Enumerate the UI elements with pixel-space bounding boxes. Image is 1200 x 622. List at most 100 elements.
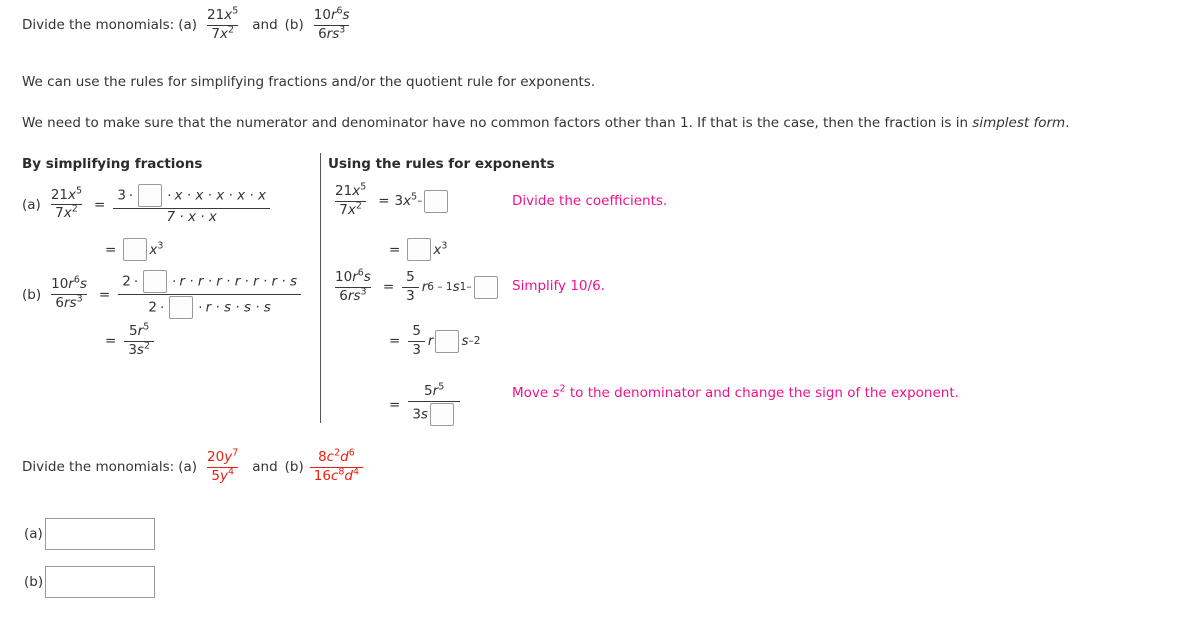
prompt-bottom-lead: Divide the monomials: — [22, 459, 175, 476]
left-step-a2-variable: x3 — [149, 240, 164, 258]
left-step-b1-rhs-fraction: 2 · · r · r · r · r · r · r · s 2 · · r · s · … — [118, 270, 301, 319]
right-step-b2: = 5 3 r s –2 — [384, 323, 480, 359]
left-step-a1-lhs-numerator: 21x5 — [50, 185, 83, 203]
prompt-top-conjunction: and — [252, 17, 278, 34]
right-step-b2-coefficient-fraction: 5 3 — [408, 323, 425, 359]
left-step-a2: = x3 — [100, 238, 163, 261]
prompt-top-fraction-a-numerator: 21x5 — [207, 5, 239, 23]
prompt-bottom-label-b: (b) — [284, 459, 304, 476]
left-step-b1-denominator-blank[interactable] — [169, 296, 194, 319]
right-step-a1: 21x5 7x2 = 3x5 – — [328, 181, 450, 219]
answer-row-b: (b) — [24, 566, 156, 598]
column-simplifying-fractions: By simplifying fractions (a) 21x5 7x2 = … — [22, 156, 318, 358]
left-step-a1-lhs-denominator: 7x2 — [51, 204, 82, 222]
prompt-top-fraction-b-denominator: 6rs3 — [314, 24, 350, 43]
right-step-b1-s-exponent-blank[interactable] — [473, 275, 498, 299]
right-step-a1-exponent-blank[interactable] — [424, 189, 449, 213]
right-step-a2-coefficient-blank[interactable] — [407, 238, 432, 261]
left-step-a1-equals: = — [94, 196, 106, 213]
left-step-a1-rhs-num-prefix: 3 — [117, 187, 126, 204]
left-column-title: By simplifying fractions — [22, 156, 203, 172]
annotation-move-suffix: to the denominator and change the sign o… — [565, 385, 959, 401]
prompt-divide-monomials-bottom: Divide the monomials: (a) 20y7 5y4 and (… — [22, 447, 366, 485]
left-step-a2-coefficient-blank[interactable] — [123, 238, 148, 261]
right-step-b1-coefficient-fraction: 5 3 — [402, 269, 419, 305]
prompt-bottom-fraction-b-numerator: 8c2d6 — [318, 447, 355, 465]
prompt-bottom-fraction-a: 20y7 5y4 — [203, 447, 242, 485]
annotation-divide-coefficients: Divide the coefficients. — [512, 193, 668, 209]
right-step-a1-lhs-fraction: 21x5 7x2 — [331, 181, 370, 219]
explanation-paragraph-2: We need to make sure that the numerator … — [22, 115, 1070, 131]
left-step-b2-fraction: 5r5 3s2 — [124, 321, 154, 359]
prompt-bottom-fraction-b: 8c2d6 16c8d4 — [309, 447, 363, 485]
left-step-b2: = 5r5 3s2 — [100, 321, 157, 359]
prompt-divide-monomials-top: Divide the monomials: (a) 21x5 7x2 and (… — [22, 5, 357, 43]
right-step-b3-fraction: 5r5 3s — [408, 381, 460, 426]
answer-input-a[interactable] — [44, 518, 155, 550]
right-step-b1-coefficient-numerator: 5 — [406, 269, 415, 285]
left-step-b1-rhs-num-factors: r · r · r · r · r · r · s — [179, 273, 297, 290]
right-step-b3-numerator: 5r5 — [424, 381, 445, 399]
left-step-b1-numerator-blank[interactable] — [143, 270, 168, 293]
right-step-a1-equals: = — [378, 193, 390, 210]
left-step-a1-blank[interactable] — [138, 184, 163, 207]
right-step-a1-lhs-numerator: 21x5 — [335, 181, 367, 199]
right-step-b1-variable-s: s — [452, 279, 460, 296]
prompt-top-label-b: (b) — [284, 17, 304, 34]
prompt-top-fraction-a: 21x5 7x2 — [203, 5, 242, 43]
left-step-a2-equals: = — [105, 241, 117, 258]
annotation-move-variable: s — [552, 385, 560, 401]
right-step-a2-variable: x3 — [433, 240, 448, 258]
prompt-bottom-label-a: (a) — [178, 459, 198, 476]
right-column-title: Using the rules for exponents — [328, 156, 555, 172]
right-step-a1-rhs: 3x5 — [394, 191, 418, 210]
prompt-top-lead: Divide the monomials: — [22, 17, 175, 34]
left-step-a1-rhs-numerator: 3 · · x · x · x · x · x — [113, 184, 270, 208]
prompt-top-fraction-a-denominator: 7x2 — [207, 24, 238, 43]
right-step-b2-coefficient-numerator: 5 — [412, 323, 421, 339]
prompt-bottom-fraction-a-numerator: 20y7 — [207, 447, 239, 465]
right-step-a2: = x3 — [384, 238, 447, 261]
right-step-b1-coefficient-denominator: 3 — [402, 286, 419, 305]
right-step-a1-lhs-denominator: 7x2 — [335, 200, 366, 219]
left-step-b1-equals: = — [98, 286, 111, 303]
left-step-b1: (b) 10r6s 6rs3 = 2 · · r · r · r · r · r · … — [22, 270, 304, 319]
prompt-bottom-conjunction: and — [252, 459, 278, 476]
left-step-a1-lhs-fraction: 21x5 7x2 — [47, 185, 86, 223]
left-step-b1-lhs-denominator: 6rs3 — [51, 294, 87, 312]
right-step-b2-variable-r: r — [427, 333, 434, 350]
left-step-a1-rhs-num-factors: x · x · x · x · x — [174, 187, 266, 204]
right-step-b1-lhs-numerator: 10r6s — [335, 267, 371, 285]
prompt-top-label-a: (a) — [178, 17, 198, 34]
left-step-b2-numerator: 5r5 — [129, 321, 150, 339]
right-step-b3-denominator: 3s — [408, 400, 460, 426]
answer-row-a: (a) — [24, 518, 155, 550]
right-step-b3: = 5r5 3s — [384, 381, 463, 426]
column-rules-for-exponents: Using the rules for exponents 21x5 7x2 =… — [328, 156, 688, 426]
right-step-a2-equals: = — [389, 241, 401, 258]
left-step-b1-rhs-den-prefix: 2 — [148, 299, 157, 316]
left-step-b1-lhs-fraction: 10r6s 6rs3 — [47, 275, 91, 312]
prompt-top-fraction-b-numerator: 10r6s — [313, 5, 350, 23]
right-step-b2-r-exponent-blank[interactable] — [435, 329, 460, 353]
left-step-b1-rhs-num-prefix: 2 — [122, 273, 131, 290]
explanation-paragraph-1: We can use the rules for simplifying fra… — [22, 74, 596, 90]
right-step-b3-denominator-exponent-blank[interactable] — [429, 402, 454, 426]
annotation-move-to-denominator: Move s2 to the denominator and change th… — [512, 384, 959, 401]
left-step-a1-rhs-fraction: 3 · · x · x · x · x · x 7 · x · x — [113, 184, 270, 226]
annotation-move-prefix: Move — [512, 385, 553, 401]
left-step-b1-rhs-numerator: 2 · · r · r · r · r · r · r · s — [118, 270, 301, 294]
right-step-b2-equals: = — [389, 333, 401, 350]
left-step-b1-rhs-den-factors: r · s · s · s — [205, 299, 271, 316]
left-step-a1-label: (a) — [22, 196, 41, 213]
right-step-b2-variable-s: s — [461, 333, 469, 350]
prompt-bottom-fraction-b-denominator: 16c8d4 — [309, 466, 363, 485]
left-step-b2-denominator: 3s2 — [124, 340, 154, 359]
right-step-b1-lhs-fraction: 10r6s 6rs3 — [331, 267, 375, 305]
right-step-b1-equals: = — [382, 279, 395, 296]
answer-label-a: (a) — [24, 526, 43, 542]
answer-input-b[interactable] — [45, 566, 156, 598]
annotation-simplify-fraction: Simplify 10/6. — [512, 278, 605, 294]
right-step-b1: 10r6s 6rs3 = 5 3 r 6 – 1 s 1 – — [328, 267, 500, 305]
explanation-paragraph-2-text: We need to make sure that the numerator … — [22, 115, 973, 131]
